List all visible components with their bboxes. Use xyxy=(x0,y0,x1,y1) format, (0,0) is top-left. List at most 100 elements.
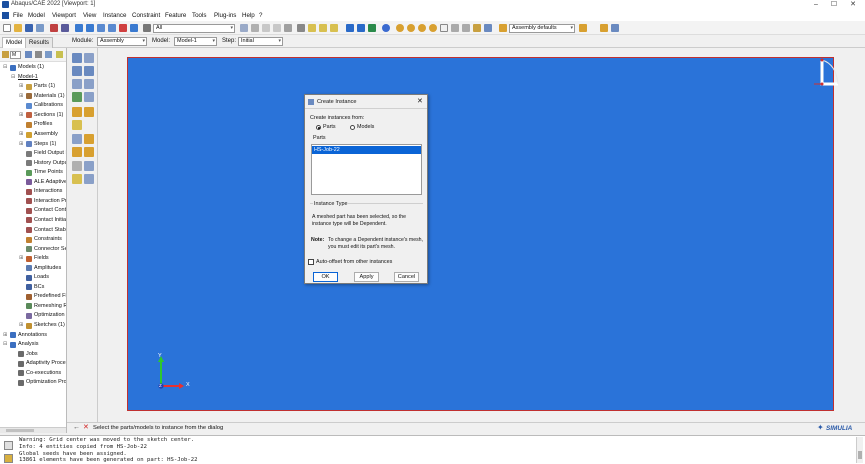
menu-constraint[interactable]: Constraint xyxy=(132,12,160,19)
menu-help[interactable]: Help xyxy=(242,12,255,19)
tree-horizontal-scrollbar[interactable] xyxy=(0,427,66,433)
display-defaults-select[interactable]: Assembly defaults ▾ xyxy=(509,24,575,33)
radio-models-label[interactable]: Models xyxy=(357,124,374,130)
message-scrollbar[interactable] xyxy=(856,437,863,463)
tree-item[interactable]: Field Output Requests xyxy=(19,149,66,158)
menu-tools[interactable]: Tools xyxy=(192,12,206,19)
print-icon[interactable] xyxy=(36,24,44,32)
tree-item[interactable]: ⊟ Model-1 xyxy=(11,73,38,82)
tree-item[interactable]: Loads xyxy=(19,273,49,282)
constraint-manager-icon[interactable] xyxy=(84,174,94,184)
datum-axis-icon[interactable] xyxy=(84,107,94,117)
auto-offset-label[interactable]: Auto-offset from other instances xyxy=(316,259,392,265)
query-icon[interactable] xyxy=(440,24,448,32)
display-group-icon[interactable] xyxy=(396,24,404,32)
view-iso-icon[interactable] xyxy=(308,24,316,32)
csys-icon[interactable] xyxy=(72,174,82,184)
redo-icon[interactable] xyxy=(462,24,470,32)
expand-toggle-icon[interactable]: ⊞ xyxy=(19,256,24,261)
menu-context-help[interactable]: ? xyxy=(259,12,262,19)
menu-model[interactable]: Model xyxy=(28,12,45,19)
translate-instance-icon[interactable] xyxy=(72,66,82,76)
view-front-icon[interactable] xyxy=(297,24,305,32)
menu-plugins[interactable]: Plug-ins xyxy=(214,12,236,19)
tree-item[interactable]: Connector Sections xyxy=(19,244,66,253)
datum-point-icon[interactable] xyxy=(72,107,82,117)
view-compass-icon[interactable] xyxy=(808,52,844,92)
tree-item[interactable]: ⊞ Assembly xyxy=(19,130,58,139)
tree-collapse-icon[interactable] xyxy=(35,51,42,58)
tab-model[interactable]: Model xyxy=(2,37,27,48)
box-zoom-icon[interactable] xyxy=(108,24,116,32)
tree-item[interactable]: Optimization Tasks xyxy=(19,311,66,320)
expand-toggle-icon[interactable]: ⊞ xyxy=(19,84,24,89)
tab-results[interactable]: Results xyxy=(25,37,54,48)
layers-icon[interactable] xyxy=(61,24,69,32)
tree-filter-select[interactable]: M xyxy=(10,51,21,59)
tree-icon[interactable] xyxy=(473,24,481,32)
menu-instance[interactable]: Instance xyxy=(103,12,126,19)
menu-feature[interactable]: Feature xyxy=(165,12,186,19)
add-selected-icon[interactable] xyxy=(429,24,437,32)
tree-filter-funnel-icon[interactable] xyxy=(56,51,63,58)
parallel-edge-icon[interactable] xyxy=(72,147,82,157)
tree-item[interactable]: History Output Requests xyxy=(19,159,66,168)
python-tab-icon[interactable] xyxy=(4,454,13,463)
merge-cut-icon[interactable] xyxy=(72,92,82,102)
expand-toggle-icon[interactable]: ⊞ xyxy=(19,323,24,328)
expand-toggle-icon[interactable]: ⊞ xyxy=(19,132,24,137)
message-tab-icon[interactable] xyxy=(4,441,13,450)
expand-toggle-icon[interactable]: ⊟ xyxy=(3,342,8,347)
cycle-views-icon[interactable] xyxy=(130,24,138,32)
expand-toggle-icon[interactable]: ⊞ xyxy=(3,332,8,338)
grid-icon[interactable] xyxy=(284,24,292,32)
coaxial-icon[interactable] xyxy=(84,161,94,171)
new-file-icon[interactable] xyxy=(3,24,11,32)
tree-item[interactable]: Amplitudes xyxy=(19,264,61,273)
tree-item[interactable]: ⊞ Fields xyxy=(19,254,49,263)
tree-item[interactable]: Constraints xyxy=(19,235,62,244)
tree-item[interactable]: Optimization Processes xyxy=(11,378,66,387)
tree-item[interactable]: Jobs xyxy=(11,350,38,359)
radio-parts-label[interactable]: Parts xyxy=(323,124,336,130)
tree-expand-icon[interactable] xyxy=(25,51,32,58)
table-icon[interactable] xyxy=(484,24,492,32)
tree-item[interactable]: Co-executions xyxy=(11,369,61,378)
undo-icon[interactable] xyxy=(451,24,459,32)
tree-item[interactable]: Interaction Properties xyxy=(19,197,66,206)
viewport[interactable]: Y X Z xyxy=(127,57,839,411)
scrollbar-thumb[interactable] xyxy=(6,429,34,432)
selection-arrow-icon[interactable] xyxy=(143,24,151,32)
tree-item[interactable]: BCs xyxy=(19,283,44,292)
expand-toggle-icon[interactable]: ⊟ xyxy=(3,65,8,70)
tree-item[interactable]: Predefined Fields xyxy=(19,292,66,301)
circle-select-icon[interactable] xyxy=(273,24,281,32)
tree-item[interactable]: ⊞ Parts (1) xyxy=(19,82,55,91)
tree-item[interactable]: Remeshing Rules xyxy=(19,302,66,311)
parts-list[interactable]: HS-Job-22 xyxy=(311,144,422,195)
rotate-icon[interactable] xyxy=(86,24,94,32)
menu-view[interactable]: View xyxy=(83,12,96,19)
rectangle-select-icon[interactable] xyxy=(262,24,270,32)
zoom-icon[interactable] xyxy=(97,24,105,32)
tree-search-icon[interactable] xyxy=(45,51,52,58)
menu-file[interactable]: File xyxy=(13,12,23,19)
render-wireframe-icon[interactable] xyxy=(346,24,354,32)
cancel-button[interactable]: Cancel xyxy=(394,272,419,282)
open-icon[interactable] xyxy=(14,24,22,32)
expand-toggle-icon[interactable]: ⊞ xyxy=(19,112,24,118)
tree-item[interactable]: ⊞ Annotations xyxy=(3,330,47,339)
color-code-icon[interactable] xyxy=(600,24,608,32)
tree-item[interactable]: Adaptivity Processes xyxy=(11,359,66,368)
tree-item[interactable]: ⊞ Sketches (1) xyxy=(19,321,65,330)
render-hidden-icon[interactable] xyxy=(357,24,365,32)
ok-button[interactable]: OK xyxy=(313,272,338,282)
datum-plane-icon[interactable] xyxy=(72,120,82,130)
radio-models[interactable] xyxy=(350,125,355,130)
back-arrow-icon[interactable]: ← xyxy=(73,424,80,431)
selection-filter-select[interactable]: All ▾ xyxy=(153,24,235,33)
color-mapping-icon[interactable] xyxy=(611,24,619,32)
pan-icon[interactable] xyxy=(75,24,83,32)
tree-item[interactable]: ⊞ Materials (1) xyxy=(19,92,65,101)
select-from-viewport-icon[interactable] xyxy=(240,24,248,32)
